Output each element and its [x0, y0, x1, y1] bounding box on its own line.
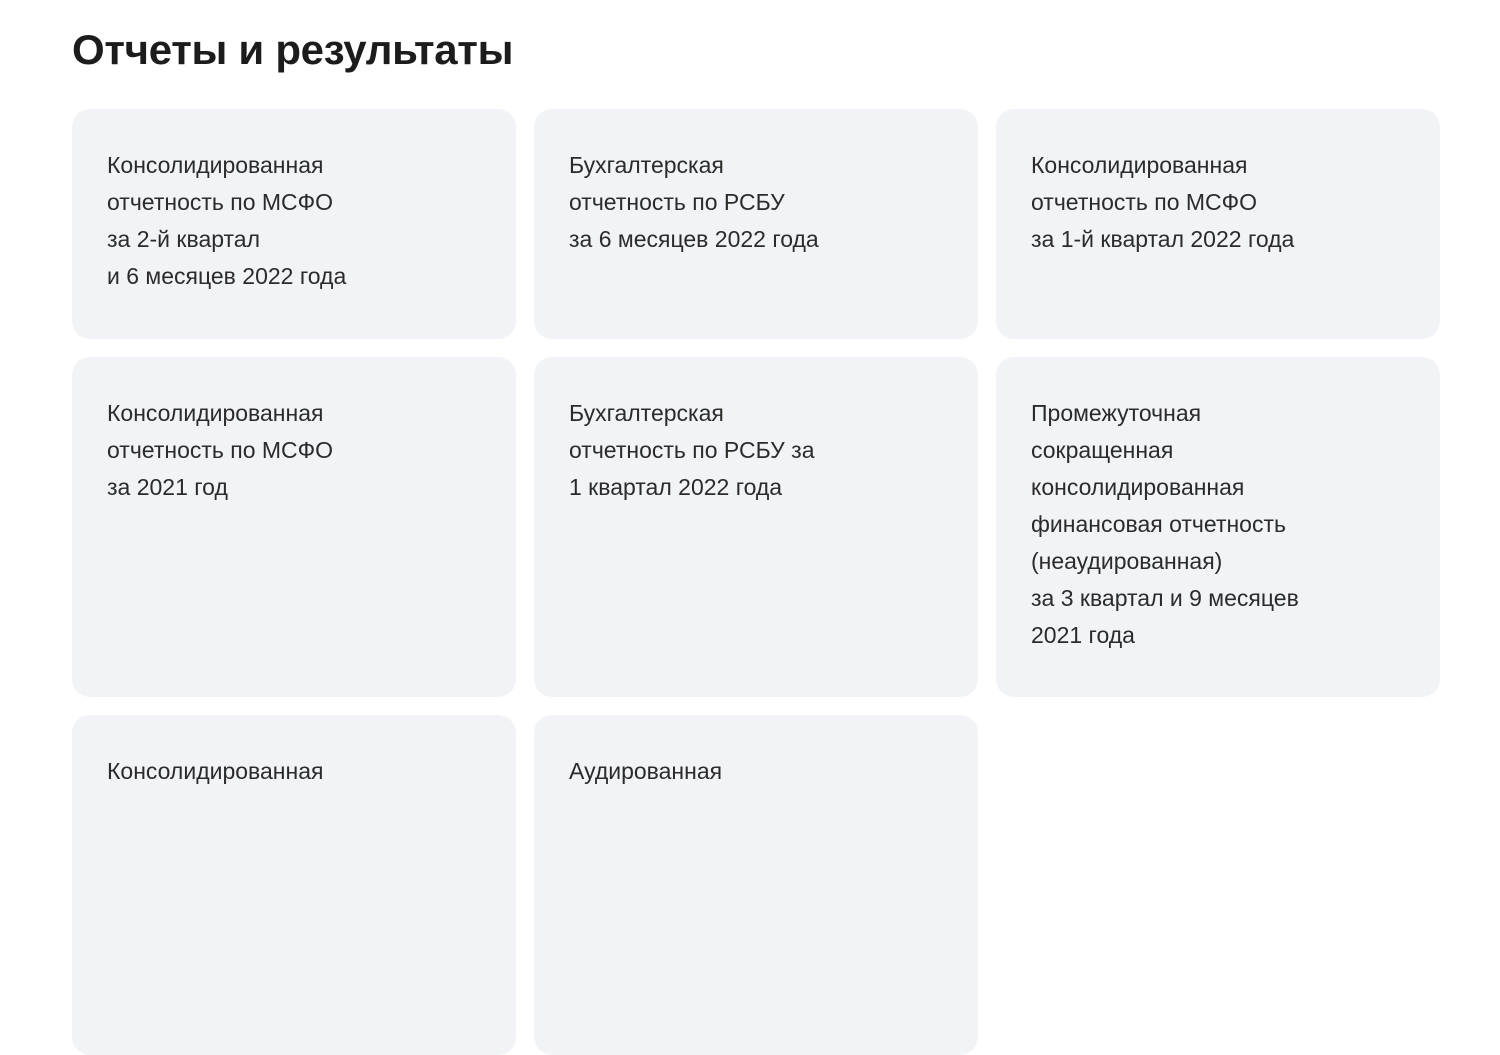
report-card[interactable]: Консолидированная отчетность по МСФО за … — [72, 109, 516, 339]
report-card-title: Бухгалтерская отчетность по РСБУ за 6 ме… — [569, 152, 819, 252]
report-card-title: Консолидированная отчетность по МСФО за … — [107, 400, 334, 500]
reports-grid: Консолидированная отчетность по МСФО за … — [72, 109, 1440, 1055]
report-card[interactable]: Консолидированная отчетность по МСФО за … — [996, 109, 1440, 339]
report-card[interactable]: Консолидированная — [72, 715, 516, 1055]
report-card[interactable]: Бухгалтерская отчетность по РСБУ за 1 кв… — [534, 357, 978, 697]
report-card[interactable]: Бухгалтерская отчетность по РСБУ за 6 ме… — [534, 109, 978, 339]
report-card-title: Аудированная — [569, 758, 723, 784]
page-title: Отчеты и результаты — [72, 26, 514, 73]
report-card-title: Консолидированная отчетность по МСФО за … — [107, 152, 347, 289]
report-card[interactable]: Аудированная — [534, 715, 978, 1055]
report-card[interactable]: Консолидированная отчетность по МСФО за … — [72, 357, 516, 697]
report-card-title: Консолидированная — [107, 758, 324, 784]
report-card-title: Промежуточная сокращенная консолидирован… — [1031, 400, 1299, 648]
report-card-title: Консолидированная отчетность по МСФО за … — [1031, 152, 1295, 252]
report-card[interactable]: Промежуточная сокращенная консолидирован… — [996, 357, 1440, 697]
report-card-title: Бухгалтерская отчетность по РСБУ за 1 кв… — [569, 400, 815, 500]
